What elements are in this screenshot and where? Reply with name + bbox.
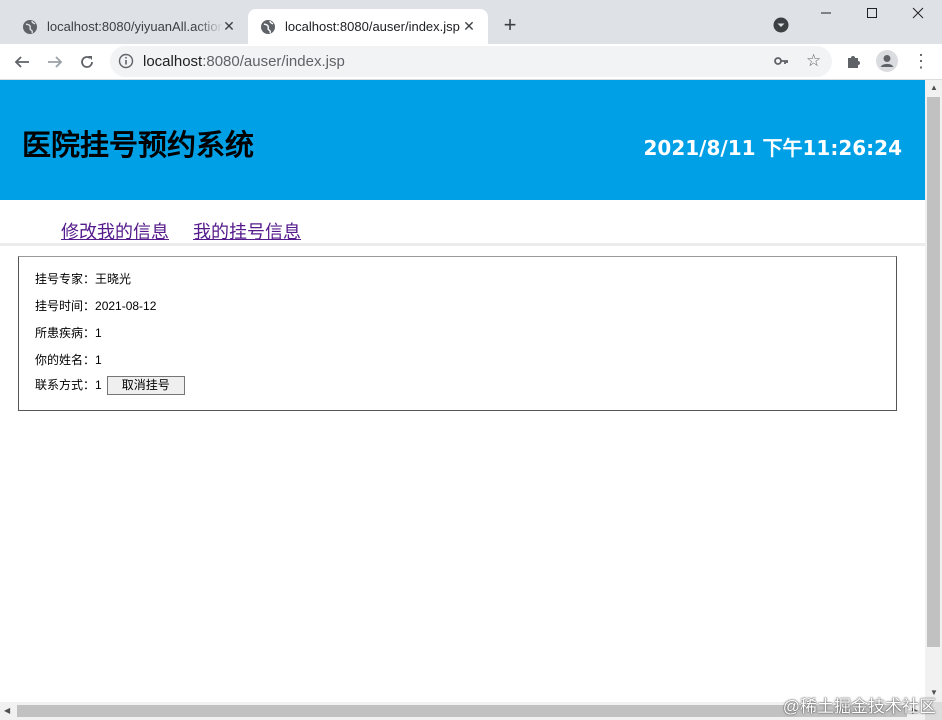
key-icon[interactable] xyxy=(773,53,789,74)
reload-icon[interactable] xyxy=(75,50,99,74)
user-nav: 修改我的信息 我的挂号信息 xyxy=(61,218,320,244)
address-bar[interactable]: localhost:8080/auser/index.jsp ☆ xyxy=(110,46,832,77)
info-icon[interactable] xyxy=(118,53,134,69)
forward-arrow-icon[interactable] xyxy=(43,50,67,74)
url-path: :8080/auser/index.jsp xyxy=(202,53,345,70)
time-value: 2021-08-12 xyxy=(95,299,157,313)
horizontal-scroll-thumb[interactable] xyxy=(17,705,907,717)
tab-title: localhost:8080/auser/index.jsp xyxy=(285,19,460,34)
extensions-icon[interactable] xyxy=(845,52,863,75)
nav-link-my-appointments[interactable]: 我的挂号信息 xyxy=(193,222,301,242)
disease-label: 所患疾病： xyxy=(35,326,96,340)
scroll-left-icon[interactable]: ◀ xyxy=(4,706,10,715)
new-tab-button[interactable]: + xyxy=(499,14,521,36)
expert-label: 挂号专家： xyxy=(35,272,96,286)
name-label: 你的姓名： xyxy=(35,353,96,367)
page-viewport: 医院挂号预约系统 2021/8/11 下午11:26:24 修改我的信息 我的挂… xyxy=(0,80,925,702)
globe-icon xyxy=(22,19,38,35)
back-arrow-icon[interactable] xyxy=(10,50,34,74)
time-label: 挂号时间： xyxy=(35,299,96,313)
globe-icon xyxy=(260,19,276,35)
contact-row: 联系方式：1 取消挂号 xyxy=(35,376,185,396)
header-banner: 医院挂号预约系统 2021/8/11 下午11:26:24 xyxy=(0,80,925,200)
minimize-icon[interactable] xyxy=(803,6,849,26)
expert-row: 挂号专家：王晓光 xyxy=(35,270,131,287)
header-clock: 2021/8/11 下午11:26:24 xyxy=(643,136,902,160)
close-window-icon[interactable] xyxy=(895,6,941,26)
divider xyxy=(0,243,925,246)
star-icon[interactable]: ☆ xyxy=(806,51,821,71)
contact-value: 1 xyxy=(95,378,102,392)
name-row: 你的姓名：1 xyxy=(35,351,102,368)
url-host: localhost xyxy=(143,53,203,70)
disease-row: 所患疾病：1 xyxy=(35,324,102,341)
contact-label: 联系方式： xyxy=(35,378,96,392)
watermark-text: @稀土掘金技术社区 xyxy=(782,697,936,716)
tab-auser-index[interactable]: localhost:8080/auser/index.jsp ✕ xyxy=(248,9,488,44)
scroll-up-icon[interactable]: ▲ xyxy=(930,83,938,92)
maximize-icon[interactable] xyxy=(849,6,895,26)
vertical-scroll-thumb[interactable] xyxy=(927,97,940,647)
profile-avatar-icon[interactable] xyxy=(876,50,898,72)
vertical-scrollbar[interactable]: ▲ ▼ xyxy=(925,80,942,702)
disease-value: 1 xyxy=(95,326,102,340)
close-tab-icon[interactable]: ✕ xyxy=(460,17,478,35)
tab-strip: localhost:8080/yiyuanAll.action ✕ localh… xyxy=(0,0,942,44)
name-value: 1 xyxy=(95,353,102,367)
kebab-menu-icon[interactable]: ⋮ xyxy=(912,50,930,74)
nav-link-edit-profile[interactable]: 修改我的信息 xyxy=(61,222,169,242)
tab-title: localhost:8080/yiyuanAll.action xyxy=(47,19,223,34)
tab-search-icon[interactable] xyxy=(773,17,789,33)
tab-yiyuanall[interactable]: localhost:8080/yiyuanAll.action ✕ xyxy=(8,9,248,44)
url-text: localhost:8080/auser/index.jsp xyxy=(143,53,345,70)
site-title: 医院挂号预约系统 xyxy=(22,128,255,162)
cancel-appointment-button[interactable]: 取消挂号 xyxy=(106,376,185,396)
browser-toolbar: localhost:8080/auser/index.jsp ☆ ⋮ xyxy=(0,44,942,80)
close-tab-icon[interactable]: ✕ xyxy=(220,17,238,35)
appointment-card: 挂号专家：王晓光 挂号时间：2021-08-12 所患疾病：1 你的姓名：1 联… xyxy=(18,256,897,411)
expert-value: 王晓光 xyxy=(95,272,132,286)
time-row: 挂号时间：2021-08-12 xyxy=(35,297,156,314)
